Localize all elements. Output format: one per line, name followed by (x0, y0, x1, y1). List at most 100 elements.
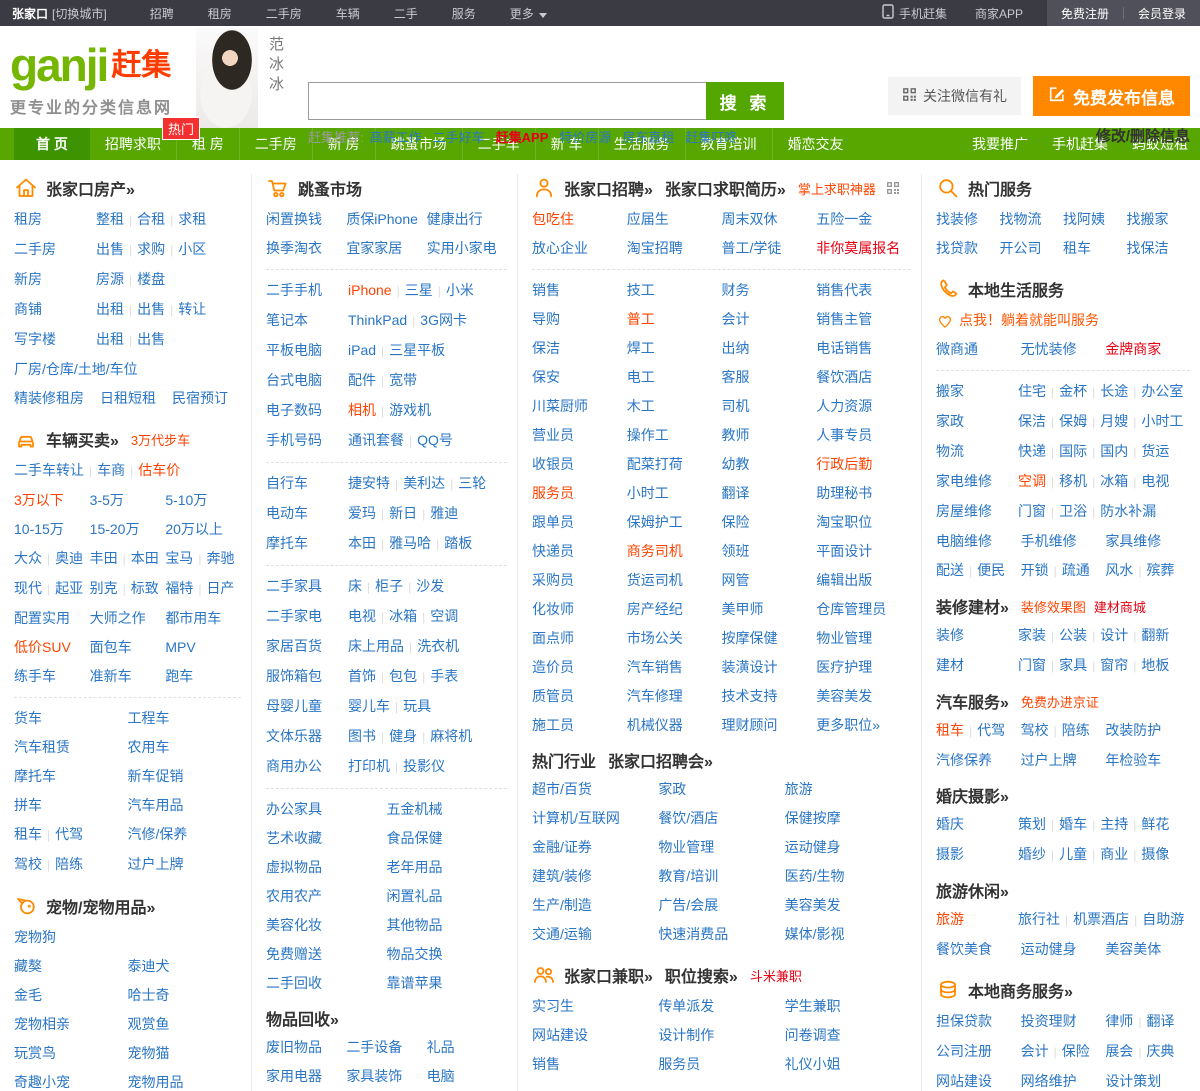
category-link[interactable]: 实用小家电 (427, 240, 497, 256)
category-link[interactable]: 搬家 (936, 383, 964, 399)
category-link[interactable]: 代驾 (55, 826, 83, 842)
category-link[interactable]: 展会 (1105, 1043, 1133, 1059)
category-link[interactable]: 靠谱苹果 (387, 975, 443, 991)
switch-city-link[interactable]: [切换城市] (52, 5, 107, 22)
category-link[interactable]: 婚庆 (936, 816, 964, 832)
category-link[interactable]: 找搬家 (1127, 211, 1169, 227)
category-link[interactable]: 编辑出版 (816, 572, 872, 588)
category-link[interactable]: 焊工 (627, 340, 655, 356)
category-link[interactable]: 行政后勤 (816, 456, 872, 472)
category-link[interactable]: 餐饮美食 (936, 941, 992, 957)
category-link[interactable]: 物品交换 (387, 946, 443, 962)
category-link[interactable]: 交通/运输 (532, 926, 592, 942)
category-link[interactable]: 陪练 (55, 856, 83, 872)
category-link[interactable]: 家装 (1018, 627, 1046, 643)
category-link[interactable]: 周末双休 (722, 211, 778, 227)
search-input[interactable] (308, 82, 706, 120)
category-link[interactable]: 日产 (206, 580, 234, 596)
category-link[interactable]: 20万以上 (165, 521, 223, 537)
category-link[interactable]: 财务 (722, 282, 750, 298)
category-link[interactable]: 货车 (14, 710, 42, 726)
category-link[interactable]: 大师之作 (90, 610, 146, 626)
category-link[interactable]: 包吃住 (532, 211, 574, 227)
topbar-menu-item[interactable]: 服务 (435, 7, 493, 21)
category-link[interactable]: 普工 (627, 311, 655, 327)
category-link[interactable]: 设计 (1100, 627, 1128, 643)
section-title[interactable]: 跳蚤市场 (298, 176, 362, 200)
category-link[interactable]: 宜家家居 (346, 240, 402, 256)
category-link[interactable]: 汽车销售 (627, 659, 683, 675)
category-link[interactable]: 开公司 (1000, 240, 1042, 256)
category-link[interactable]: 写字楼 (14, 331, 56, 347)
category-link[interactable]: 川菜厨师 (532, 398, 588, 414)
category-link[interactable]: 质管员 (532, 688, 574, 704)
category-link[interactable]: 5-10万 (165, 492, 207, 508)
category-link[interactable]: 拼车 (14, 797, 42, 813)
category-link[interactable]: 商业 (1100, 846, 1128, 862)
category-link[interactable]: 仓库管理员 (816, 601, 886, 617)
category-link[interactable]: 爱玛 (348, 505, 376, 521)
category-link[interactable]: 传单派发 (658, 998, 714, 1014)
category-link[interactable]: 面点师 (532, 630, 574, 646)
category-link[interactable]: 电视 (1141, 473, 1169, 489)
category-link[interactable]: 司机 (722, 398, 750, 414)
category-link[interactable]: 问卷调查 (785, 1027, 841, 1043)
category-link[interactable]: 免费赠送 (266, 946, 322, 962)
category-link[interactable]: 服饰箱包 (266, 668, 322, 684)
category-link[interactable]: 年检验车 (1105, 752, 1161, 768)
category-link[interactable]: 二手手机 (266, 282, 322, 298)
category-link[interactable]: 家政 (936, 413, 964, 429)
category-link[interactable]: 小时工 (627, 485, 669, 501)
category-link[interactable]: 过户上牌 (1021, 752, 1077, 768)
category-link[interactable]: 家具维修 (1105, 533, 1161, 549)
category-link[interactable]: 保安 (532, 369, 560, 385)
category-link[interactable]: 保险 (1062, 1043, 1090, 1059)
category-link[interactable]: 计算机/互联网 (532, 810, 620, 826)
category-link[interactable]: 出租 (96, 331, 124, 347)
category-link[interactable]: 新车促销 (128, 768, 184, 784)
category-link[interactable]: 儿童 (1059, 846, 1087, 862)
topbar-menu-item[interactable]: 车辆 (319, 7, 377, 21)
category-link[interactable]: 金毛 (14, 987, 42, 1003)
category-link[interactable]: 游戏机 (389, 402, 431, 418)
category-link[interactable]: 鲜花 (1141, 816, 1169, 832)
category-link[interactable]: 找物流 (1000, 211, 1042, 227)
topbar-menu-item[interactable]: 租房 (191, 7, 249, 21)
category-link[interactable]: 床 (348, 578, 362, 594)
category-link[interactable]: 美容美体 (1105, 941, 1161, 957)
category-link[interactable]: 摄像 (1141, 846, 1169, 862)
category-link[interactable]: 二手设备 (346, 1039, 402, 1055)
category-link[interactable]: 殡葬 (1146, 562, 1174, 578)
category-link[interactable]: 销售 (532, 282, 560, 298)
category-link[interactable]: 找阿姨 (1063, 211, 1105, 227)
category-link[interactable]: 学生兼职 (785, 998, 841, 1014)
category-link[interactable]: 服务员 (532, 485, 574, 501)
category-link[interactable]: 观赏鱼 (128, 1016, 170, 1032)
category-link[interactable]: 首饰 (348, 668, 376, 684)
category-link[interactable]: 门窗 (1018, 657, 1046, 673)
category-link[interactable]: 宠物猫 (128, 1045, 170, 1061)
category-link[interactable]: 藏獒 (14, 958, 42, 974)
category-link[interactable]: 合租 (137, 211, 165, 227)
category-link[interactable]: 助理秘书 (816, 485, 872, 501)
category-link[interactable]: 五险一金 (816, 211, 872, 227)
category-link[interactable]: 营业员 (532, 427, 574, 443)
category-link[interactable]: 宠物相亲 (14, 1016, 70, 1032)
category-link[interactable]: 长途 (1100, 383, 1128, 399)
category-link[interactable]: 电视 (348, 608, 376, 624)
category-link[interactable]: 沙发 (416, 578, 444, 594)
category-link[interactable]: 车商 (97, 462, 125, 478)
category-link[interactable]: 陪练 (1062, 722, 1090, 738)
category-link[interactable]: 摩托车 (266, 535, 308, 551)
search-button[interactable]: 搜 索 (706, 82, 784, 120)
category-link[interactable]: 医疗护理 (816, 659, 872, 675)
category-link[interactable]: 疏通 (1062, 562, 1090, 578)
category-link[interactable]: 普工/学徒 (722, 240, 782, 256)
section-title[interactable]: 热门服务 (968, 176, 1032, 200)
category-link[interactable]: 低价SUV (14, 639, 71, 655)
nav-item-home[interactable]: 首 页 (14, 128, 90, 160)
category-link[interactable]: 摄影 (936, 846, 964, 862)
category-link[interactable]: 电工 (627, 369, 655, 385)
category-link[interactable]: 物业管理 (658, 839, 714, 855)
category-link[interactable]: 宠物用品 (128, 1074, 184, 1090)
